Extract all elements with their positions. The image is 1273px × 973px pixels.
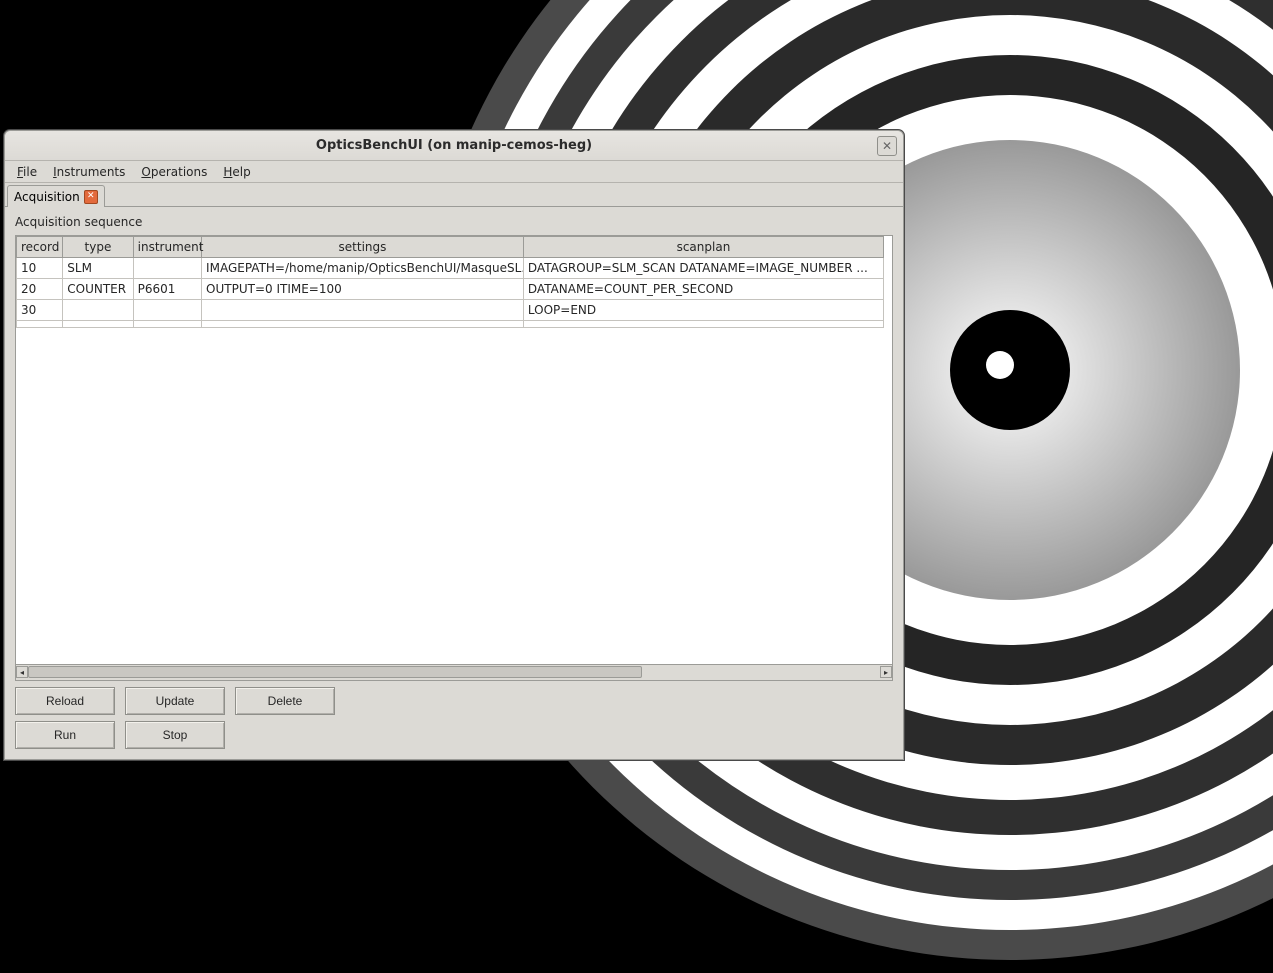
- table-header-row: record type instrument settings scanplan: [17, 237, 884, 258]
- menu-operations[interactable]: Operations: [133, 163, 215, 181]
- button-row-1: Reload Update Delete: [9, 681, 899, 721]
- table-row[interactable]: [17, 321, 884, 328]
- content-area: Acquisition sequence record type instrum…: [5, 207, 903, 759]
- menu-instruments[interactable]: Instruments: [45, 163, 133, 181]
- titlebar[interactable]: OpticsBenchUI (on manip-cemos-heg) ✕: [5, 131, 903, 161]
- col-type[interactable]: type: [63, 237, 133, 258]
- reload-button[interactable]: Reload: [15, 687, 115, 715]
- scroll-left-arrow-icon[interactable]: ◂: [16, 666, 28, 678]
- run-button[interactable]: Run: [15, 721, 115, 749]
- window-close-button[interactable]: ✕: [877, 136, 897, 156]
- update-button[interactable]: Update: [125, 687, 225, 715]
- application-window: OpticsBenchUI (on manip-cemos-heg) ✕ Fil…: [4, 130, 904, 760]
- tab-close-button[interactable]: ✕: [84, 190, 98, 204]
- close-icon: ✕: [882, 139, 892, 153]
- scroll-right-arrow-icon[interactable]: ▸: [880, 666, 892, 678]
- cell-settings[interactable]: [202, 321, 524, 328]
- window-title: OpticsBenchUI (on manip-cemos-heg): [316, 138, 592, 153]
- cell-instrument[interactable]: [133, 258, 201, 279]
- menu-help[interactable]: Help: [215, 163, 258, 181]
- horizontal-scrollbar[interactable]: ◂ ▸: [15, 665, 893, 681]
- cell-settings[interactable]: [202, 300, 524, 321]
- scroll-thumb[interactable]: [28, 666, 642, 678]
- tab-label: Acquisition: [14, 190, 80, 204]
- col-record[interactable]: record: [17, 237, 63, 258]
- table-row[interactable]: 20 COUNTER P6601 OUTPUT=0 ITIME=100 DATA…: [17, 279, 884, 300]
- col-settings[interactable]: settings: [202, 237, 524, 258]
- delete-button[interactable]: Delete: [235, 687, 335, 715]
- menu-file[interactable]: File: [9, 163, 45, 181]
- cell-type[interactable]: COUNTER: [63, 279, 133, 300]
- cell-record[interactable]: 30: [17, 300, 63, 321]
- cell-scanplan[interactable]: [523, 321, 883, 328]
- close-icon: ✕: [87, 192, 95, 201]
- tabbar: Acquisition ✕: [5, 183, 903, 207]
- col-scanplan[interactable]: scanplan: [523, 237, 883, 258]
- stop-button[interactable]: Stop: [125, 721, 225, 749]
- col-instrument[interactable]: instrument: [133, 237, 201, 258]
- cell-scanplan[interactable]: DATANAME=COUNT_PER_SECOND: [523, 279, 883, 300]
- cell-record[interactable]: 10: [17, 258, 63, 279]
- section-label: Acquisition sequence: [9, 211, 899, 233]
- cell-record[interactable]: 20: [17, 279, 63, 300]
- menubar: File Instruments Operations Help: [5, 161, 903, 183]
- menu-instruments-label: nstruments: [57, 165, 126, 179]
- cell-instrument[interactable]: [133, 321, 201, 328]
- cell-type[interactable]: [63, 300, 133, 321]
- cell-scanplan[interactable]: DATAGROUP=SLM_SCAN DATANAME=IMAGE_NUMBER…: [523, 258, 883, 279]
- menu-operations-label: perations: [151, 165, 208, 179]
- menu-file-label: ile: [23, 165, 37, 179]
- cell-type[interactable]: [63, 321, 133, 328]
- menu-help-label: elp: [232, 165, 250, 179]
- cell-instrument[interactable]: P6601: [133, 279, 201, 300]
- acquisition-table: record type instrument settings scanplan…: [15, 235, 893, 665]
- cell-settings[interactable]: OUTPUT=0 ITIME=100: [202, 279, 524, 300]
- table-row[interactable]: 30 LOOP=END: [17, 300, 884, 321]
- table-row[interactable]: 10 SLM IMAGEPATH=/home/manip/OpticsBench…: [17, 258, 884, 279]
- cell-settings[interactable]: IMAGEPATH=/home/manip/OpticsBenchUI/Masq…: [202, 258, 524, 279]
- button-row-2: Run Stop: [9, 721, 899, 755]
- cell-record[interactable]: [17, 321, 63, 328]
- cell-type[interactable]: SLM: [63, 258, 133, 279]
- tab-acquisition[interactable]: Acquisition ✕: [7, 185, 105, 207]
- cell-scanplan[interactable]: LOOP=END: [523, 300, 883, 321]
- cell-instrument[interactable]: [133, 300, 201, 321]
